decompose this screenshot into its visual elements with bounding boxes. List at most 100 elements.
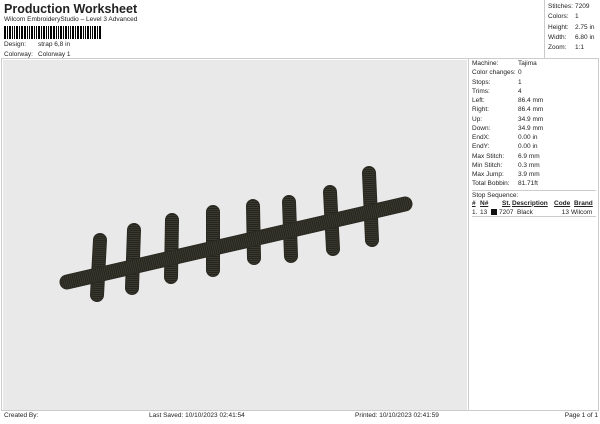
stat-label: Colors: [548,13,569,21]
barcode-bar [7,26,9,39]
stat-value: 1 [518,78,522,86]
barcode-bar [89,26,91,39]
stitch-bar [59,196,413,290]
barcode-bar [9,26,11,39]
barcode-bar [59,26,62,39]
stat-value: 0 [518,69,522,77]
colorway: Colorway: Colorway 1 [4,51,71,58]
summary-panel: Stitches: 7209 Colors: 1 Height: 2.75 in Width… [544,0,600,58]
stat-row: Trims: 4 [472,87,596,96]
stat-label: Stops: [472,78,491,86]
stat-label: Min Stitch: [472,161,503,169]
stat-value: 0.3 mm [518,161,540,169]
software-subtitle: Wilcom EmbroideryStudio – Level 3 Advanc… [4,16,138,23]
barcode-bar [40,26,42,39]
barcode-bar [16,26,18,39]
barcode-bar [84,26,86,39]
col-brand: Brand [574,199,593,207]
barcode-bar [91,26,93,39]
barcode-bar [33,26,35,39]
barcode-bar [47,26,49,39]
stat-row: Right: 86.4 mm [472,105,596,114]
barcode-bar [67,26,69,39]
barcode-bar [11,26,13,39]
stat-label: Total Bobbin: [472,180,510,188]
barcode-bar [43,26,45,39]
stop-sequence: Stop Sequence: # N# St. Description Code… [472,189,596,217]
stat-label: EndY: [472,143,490,151]
barcode-bar [26,26,28,39]
stat-value: 1:1 [575,44,585,52]
barcode-bar [18,26,20,39]
barcode-bar [36,26,37,39]
stat-label: EndX: [472,134,490,141]
col-code: Code [554,199,571,207]
col-st: St. [502,199,511,207]
barcode-bar [31,26,33,39]
barcode-bar [24,26,26,39]
stat-label: Down: [472,124,491,132]
design-preview [3,60,467,410]
row-description: Black [517,208,533,216]
stat-value: 4 [518,87,522,95]
stat-label: Max Jump: [472,171,504,178]
barcode-bar [72,26,74,39]
color-swatch [491,208,497,215]
colorway-value: Colorway 1 [38,51,71,58]
page-number: Page 1 of 1 [564,412,598,419]
barcode-bar [98,26,101,39]
stat-row: Stops: 1 [472,78,596,87]
barcode-bar [38,26,40,39]
stat-value: 86.4 mm [518,97,544,104]
stat-row: Colors: 1 [548,12,597,22]
row-n: 13 [480,208,488,216]
barcode-bar [50,26,52,39]
stat-value: 6.9 mm [518,152,540,160]
barcode-bar [74,26,76,39]
stat-value: 34.9 mm [518,124,544,132]
stat-value: 86.4 mm [518,106,544,114]
stat-label: Max Stitch: [472,152,505,160]
barcode-bar [93,26,96,39]
stat-row: Machine: Tajima [472,59,596,68]
stat-row: Down: 34.9 mm [472,124,596,133]
barcode-bar [86,26,89,39]
stat-value: Tajima [518,60,537,67]
stat-label: Zoom: [548,44,567,52]
stat-label: Up: [472,115,483,123]
stat-value: 1 [575,13,579,21]
page-title: Production Worksheet [4,2,138,16]
col-num: # [472,199,476,207]
stat-label: Width: [548,33,567,41]
stat-row: Max Stitch: 6.9 mm [472,152,596,161]
barcode-bar [21,26,23,39]
barcode-bar [82,26,84,39]
stat-row: Total Bobbin: 81.71ft [472,179,596,188]
created-by: Created By: [4,412,39,419]
stat-row: Height: 2.75 in [548,23,597,33]
barcode-bar [76,26,79,39]
barcode-bar [62,26,64,39]
stat-value: 2.75 in [575,23,595,31]
stat-value: 0.00 in [518,143,538,151]
colorway-label: Colorway: [4,51,33,58]
col-description: Description [512,199,548,207]
row-brand: Wilcom [571,208,593,216]
barcode-bar [4,26,6,39]
stat-label: Right: [472,106,489,114]
stat-value: 81.71ft [518,180,538,188]
stat-row: Zoom: 1:1 [548,43,597,53]
barcode-bar [69,26,71,39]
barcode-bar [14,26,16,39]
stop-sequence-label: Stop Sequence: [472,191,519,199]
stat-row: Max Jump: 3.9 mm [472,170,596,179]
stat-label: Stitches: [548,3,573,10]
design-name: Design: strap 6,8 in [4,41,70,48]
last-saved: Last Saved: 10/10/2023 02:41:54 [149,412,245,419]
stat-value: 3.9 mm [518,171,540,178]
row-st: 7207 [499,208,514,216]
stat-value: 0.00 in [518,134,538,141]
stop-sequence-header: # N# St. Description Code Brand [472,199,596,208]
stat-value: 7209 [575,3,590,10]
barcode-bar [79,26,82,39]
